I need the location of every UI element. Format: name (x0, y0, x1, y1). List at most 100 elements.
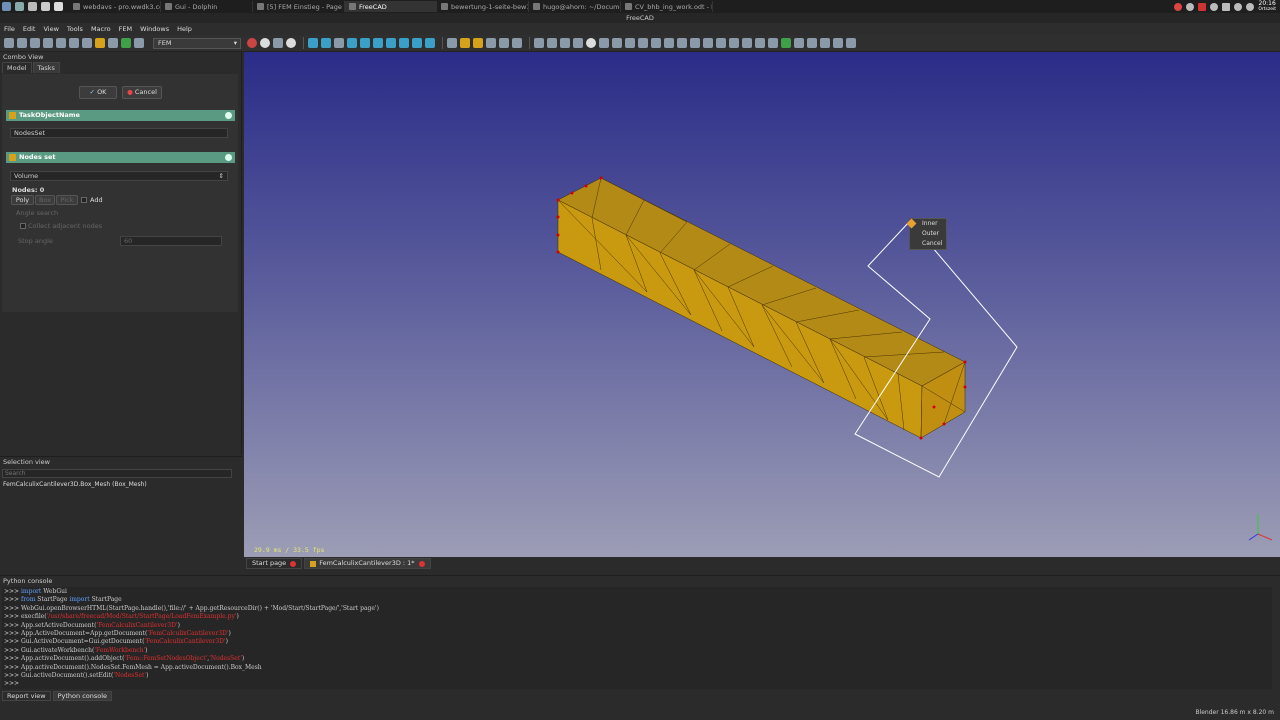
constraint-temperature-icon[interactable] (625, 38, 635, 48)
result-icon[interactable] (807, 38, 817, 48)
view-rear-icon[interactable] (399, 38, 409, 48)
open-icon[interactable] (17, 38, 27, 48)
selection-search-input[interactable] (2, 469, 232, 478)
constraint-planerotation-icon[interactable] (664, 38, 674, 48)
folder-icon[interactable] (41, 2, 50, 11)
taskbar-task[interactable]: CV_bhb_ing_work.odt - Libre... (621, 1, 713, 12)
macros-icon[interactable] (273, 38, 283, 48)
paste-icon[interactable] (82, 38, 92, 48)
run-solver-icon[interactable] (742, 38, 752, 48)
battery-icon[interactable] (1222, 2, 1231, 11)
tab-fem-document[interactable]: FemCalculixCantilever3D : 1* (304, 558, 431, 569)
poly-button[interactable]: Poly (11, 195, 34, 205)
constraint-displacement-icon[interactable] (612, 38, 622, 48)
view-front-icon[interactable] (360, 38, 370, 48)
collapse-icon[interactable] (225, 154, 232, 161)
add-checkbox[interactable] (81, 197, 87, 203)
constraint-transform-icon[interactable] (677, 38, 687, 48)
collapse-icon[interactable] (225, 112, 232, 119)
selection-mode-select[interactable]: Volume ⇕ (10, 171, 228, 181)
tab-model[interactable]: Model (2, 62, 32, 73)
tab-start-page[interactable]: Start page (246, 558, 303, 569)
workbench-selector[interactable]: FEM ▾ (153, 37, 241, 49)
ok-button[interactable]: ✓ OK (79, 86, 117, 99)
menu-item-outer[interactable]: Outer (910, 229, 946, 239)
taskbar-task[interactable]: hugo@ahorn: ~/Documents... (529, 1, 621, 12)
app-launcher-icon[interactable] (2, 2, 11, 11)
solver-control-icon[interactable] (729, 38, 739, 48)
stop-macro-icon[interactable] (260, 38, 270, 48)
menu-item-cancel[interactable]: Cancel (910, 239, 946, 249)
nodes-set-icon[interactable] (794, 38, 804, 48)
taskbar-task[interactable]: FreeCAD (345, 1, 437, 12)
taskbar-task[interactable]: bewertung-1-seite-bew1-82... (437, 1, 529, 12)
taskbar-task[interactable]: webdavs - pro.wwdk3.com - I... (69, 1, 161, 12)
execute-macro-icon[interactable] (286, 38, 296, 48)
result-strain-icon[interactable] (846, 38, 856, 48)
save-icon[interactable] (30, 38, 40, 48)
update-icon[interactable] (1186, 2, 1195, 11)
python-console-output[interactable]: >>> import WebGui >>> from StartPage impo… (2, 587, 1272, 689)
menu-file[interactable]: File (4, 25, 15, 33)
redo-icon[interactable] (108, 38, 118, 48)
taskbar-task[interactable]: Gui - Dolphin (161, 1, 253, 12)
copy-icon[interactable] (69, 38, 79, 48)
menu-tools[interactable]: Tools (67, 25, 83, 33)
object-name-field[interactable]: NodesSet (10, 128, 228, 138)
network-icon[interactable] (1234, 2, 1243, 11)
view-bottom-icon[interactable] (412, 38, 422, 48)
close-icon[interactable] (418, 560, 425, 567)
taskbar-task[interactable]: [5] FEM Einstieg - Page 3 - F... (253, 1, 345, 12)
menu-fem[interactable]: FEM (119, 25, 132, 33)
show-nodes-icon[interactable] (781, 38, 791, 48)
new-document-icon[interactable] (4, 38, 14, 48)
3d-viewport[interactable]: Inner Outer Cancel 29.9 ms / 33.5 fps (244, 52, 1280, 557)
record-macro-icon[interactable] (247, 38, 257, 48)
undo-icon[interactable] (95, 38, 105, 48)
chrome-icon[interactable] (1174, 2, 1183, 11)
selection-item[interactable]: FemCalculixCantilever3D.Box_Mesh (Box_Me… (3, 481, 147, 488)
mesh-region-icon[interactable] (512, 38, 522, 48)
tab-tasks[interactable]: Tasks (32, 62, 60, 73)
result-stress-icon[interactable] (833, 38, 843, 48)
box-button[interactable]: Box (35, 195, 55, 205)
stop-angle-input[interactable]: 60 (120, 236, 222, 246)
clock[interactable]: 20:16 Ortszeit (1258, 0, 1276, 13)
whats-this-icon[interactable] (134, 38, 144, 48)
menu-help[interactable]: Help (177, 25, 192, 33)
cut-icon[interactable] (56, 38, 66, 48)
volume-icon[interactable] (1246, 2, 1255, 11)
clipboard-icon[interactable] (1210, 2, 1219, 11)
constraint-pulley-icon[interactable] (586, 38, 596, 48)
view-right-icon[interactable] (386, 38, 396, 48)
constraint-force-icon[interactable] (547, 38, 557, 48)
fit-all-icon[interactable] (308, 38, 318, 48)
menu-macro[interactable]: Macro (91, 25, 111, 33)
draw-style-icon[interactable] (334, 38, 344, 48)
nodes-set-header[interactable]: Nodes set (6, 152, 235, 163)
measure-icon[interactable] (447, 38, 457, 48)
tab-python-console[interactable]: Python console (52, 691, 113, 701)
analysis-icon[interactable] (460, 38, 470, 48)
collect-adjacent-checkbox[interactable] (20, 223, 26, 229)
menu-view[interactable]: View (43, 25, 58, 33)
task-object-name-header[interactable]: TaskObjectName (6, 110, 235, 121)
purge-results-icon[interactable] (768, 38, 778, 48)
mesh-netgen-icon[interactable] (486, 38, 496, 48)
view-top-icon[interactable] (373, 38, 383, 48)
flag-icon[interactable] (1198, 2, 1207, 11)
fit-selection-icon[interactable] (321, 38, 331, 48)
cancel-button[interactable]: ● Cancel (122, 86, 162, 99)
fem-mesh-model[interactable] (244, 52, 1280, 557)
constraint-contact-icon[interactable] (651, 38, 661, 48)
close-icon[interactable] (290, 560, 297, 567)
constraint-bearing-icon[interactable] (560, 38, 570, 48)
constraint-gear-icon[interactable] (573, 38, 583, 48)
result-disp-icon[interactable] (820, 38, 830, 48)
constraint-initial-temp-icon[interactable] (690, 38, 700, 48)
show-result-icon[interactable] (755, 38, 765, 48)
terminal-icon[interactable] (28, 2, 37, 11)
refresh-icon[interactable] (121, 38, 131, 48)
window-icon[interactable] (15, 2, 24, 11)
document-icon[interactable] (54, 2, 63, 11)
